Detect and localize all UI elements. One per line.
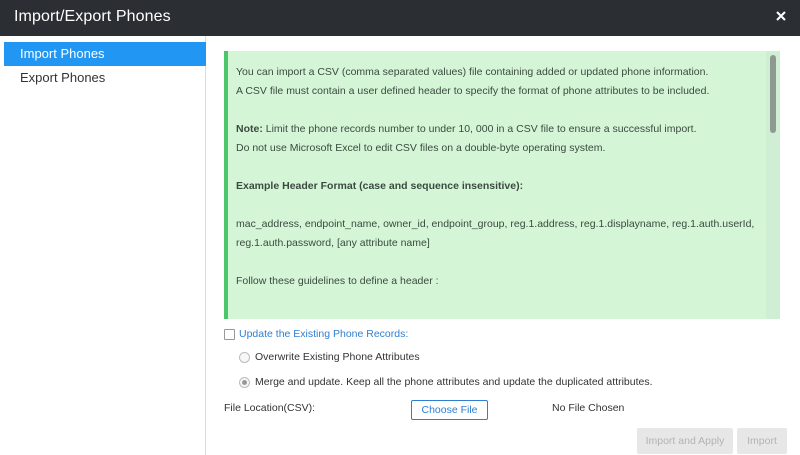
import-and-apply-button[interactable]: Import and Apply [637,428,733,454]
merge-update-option[interactable]: Merge and update. Keep all the phone att… [239,374,653,390]
info-note: Note: Limit the phone records number to … [236,120,760,139]
info-line: A CSV file must contain a user defined h… [236,85,710,97]
example-heading: Example Header Format (case and sequence… [236,180,524,192]
close-icon[interactable] [772,7,790,25]
info-panel: You can import a CSV (comma separated va… [224,51,780,319]
update-existing-checkbox[interactable] [224,328,235,340]
scrollbar-thumb[interactable] [770,55,776,133]
info-line: Do not use Microsoft Excel to edit CSV f… [236,142,606,154]
import-export-dialog: Import/Export Phones Import Phones Expor… [0,0,800,455]
note-text: Limit the phone records number to under … [262,123,697,135]
example-header-line: mac_address, endpoint_name, owner_id, en… [236,218,755,230]
info-line: You can import a CSV (comma separated va… [236,66,709,78]
guidelines-text: Follow these guidelines to define a head… [236,275,439,287]
sidebar-item-import-phones[interactable]: Import Phones [4,42,206,66]
file-location-label: File Location(CSV): [224,402,316,414]
dialog-titlebar: Import/Export Phones [0,0,800,36]
overwrite-attributes-option[interactable]: Overwrite Existing Phone Attributes [239,349,420,365]
merge-radio[interactable] [239,376,250,388]
choose-file-button[interactable]: Choose File [411,400,488,420]
file-status: No File Chosen [552,402,625,414]
note-label: Note: [236,123,263,135]
overwrite-radio[interactable] [239,351,250,363]
merge-label[interactable]: Merge and update. Keep all the phone att… [255,376,653,388]
import-button[interactable]: Import [737,428,787,454]
update-existing-option[interactable]: Update the Existing Phone Records: [224,326,408,342]
update-existing-label[interactable]: Update the Existing Phone Records: [239,328,408,340]
overwrite-label[interactable]: Overwrite Existing Phone Attributes [255,351,420,363]
main-content: You can import a CSV (comma separated va… [207,36,800,455]
sidebar-item-export-phones[interactable]: Export Phones [4,66,206,90]
example-header-line: reg.1.auth.password, [any attribute name… [236,237,430,249]
dialog-title: Import/Export Phones [14,8,171,25]
sidebar: Import Phones Export Phones [0,36,206,455]
info-scrollbar[interactable] [766,51,780,319]
